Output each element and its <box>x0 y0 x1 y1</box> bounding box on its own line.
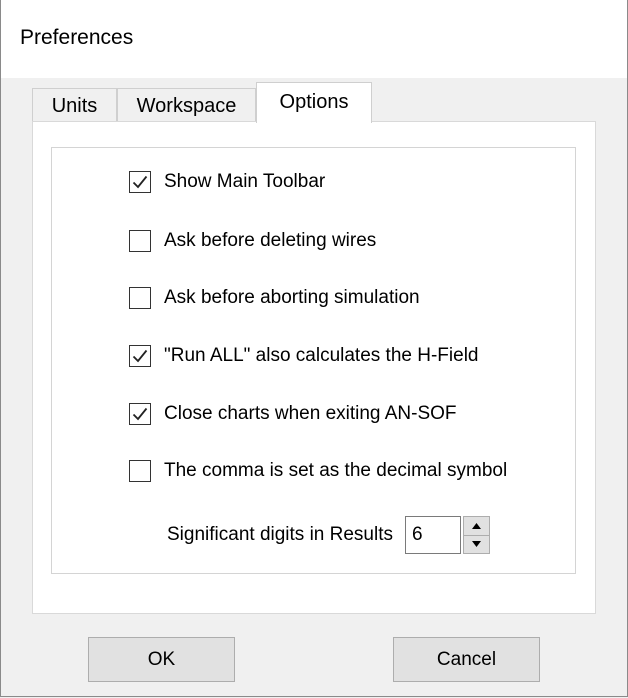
option-label: "Run ALL" also calculates the H-Field <box>164 345 479 366</box>
option-show-main-toolbar[interactable]: Show Main Toolbar <box>129 169 325 195</box>
checkbox[interactable] <box>129 230 151 252</box>
spin-down-button[interactable] <box>463 535 490 554</box>
check-mark-icon <box>132 175 148 189</box>
options-tab-panel: Show Main Toolbar Ask before deleting wi… <box>32 121 596 614</box>
option-ask-before-aborting-simulation[interactable]: Ask before aborting simulation <box>129 285 420 311</box>
checkbox[interactable] <box>129 460 151 482</box>
checkbox[interactable] <box>129 287 151 309</box>
significant-digits-row: Significant digits in Results <box>167 515 490 555</box>
checkbox[interactable] <box>129 345 151 367</box>
tab-units[interactable]: Units <box>32 88 117 122</box>
ok-button[interactable]: OK <box>88 637 235 682</box>
checkbox[interactable] <box>129 403 151 425</box>
significant-digits-spinner <box>463 516 490 554</box>
option-label: Close charts when exiting AN-SOF <box>164 403 457 424</box>
option-label: Ask before aborting simulation <box>164 287 420 308</box>
arrow-down-icon <box>472 541 481 548</box>
significant-digits-label: Significant digits in Results <box>167 524 393 545</box>
option-comma-decimal-symbol[interactable]: The comma is set as the decimal symbol <box>129 458 507 484</box>
tab-workspace[interactable]: Workspace <box>117 88 256 122</box>
checkbox[interactable] <box>129 171 151 193</box>
preferences-window: Preferences Units Workspace Options Show… <box>0 0 628 697</box>
spin-up-button[interactable] <box>463 516 490 536</box>
window-title: Preferences <box>20 26 134 49</box>
tab-label: Workspace <box>136 95 237 117</box>
option-ask-before-deleting-wires[interactable]: Ask before deleting wires <box>129 228 376 254</box>
check-mark-icon <box>132 407 148 421</box>
option-label: Ask before deleting wires <box>164 230 377 251</box>
option-close-charts-on-exit[interactable]: Close charts when exiting AN-SOF <box>129 401 457 427</box>
option-label: Show Main Toolbar <box>164 171 326 192</box>
tab-label: Options <box>279 91 349 113</box>
option-run-all-h-field[interactable]: "Run ALL" also calculates the H-Field <box>129 343 478 369</box>
option-label: The comma is set as the decimal symbol <box>164 460 508 481</box>
check-mark-icon <box>132 349 148 363</box>
options-group: Show Main Toolbar Ask before deleting wi… <box>51 147 576 574</box>
title-bar: Preferences <box>1 0 627 78</box>
tab-label: Units <box>51 95 98 117</box>
significant-digits-input[interactable] <box>405 516 461 554</box>
tab-options[interactable]: Options <box>256 82 372 123</box>
arrow-up-icon <box>472 522 481 529</box>
cancel-button[interactable]: Cancel <box>393 637 540 682</box>
